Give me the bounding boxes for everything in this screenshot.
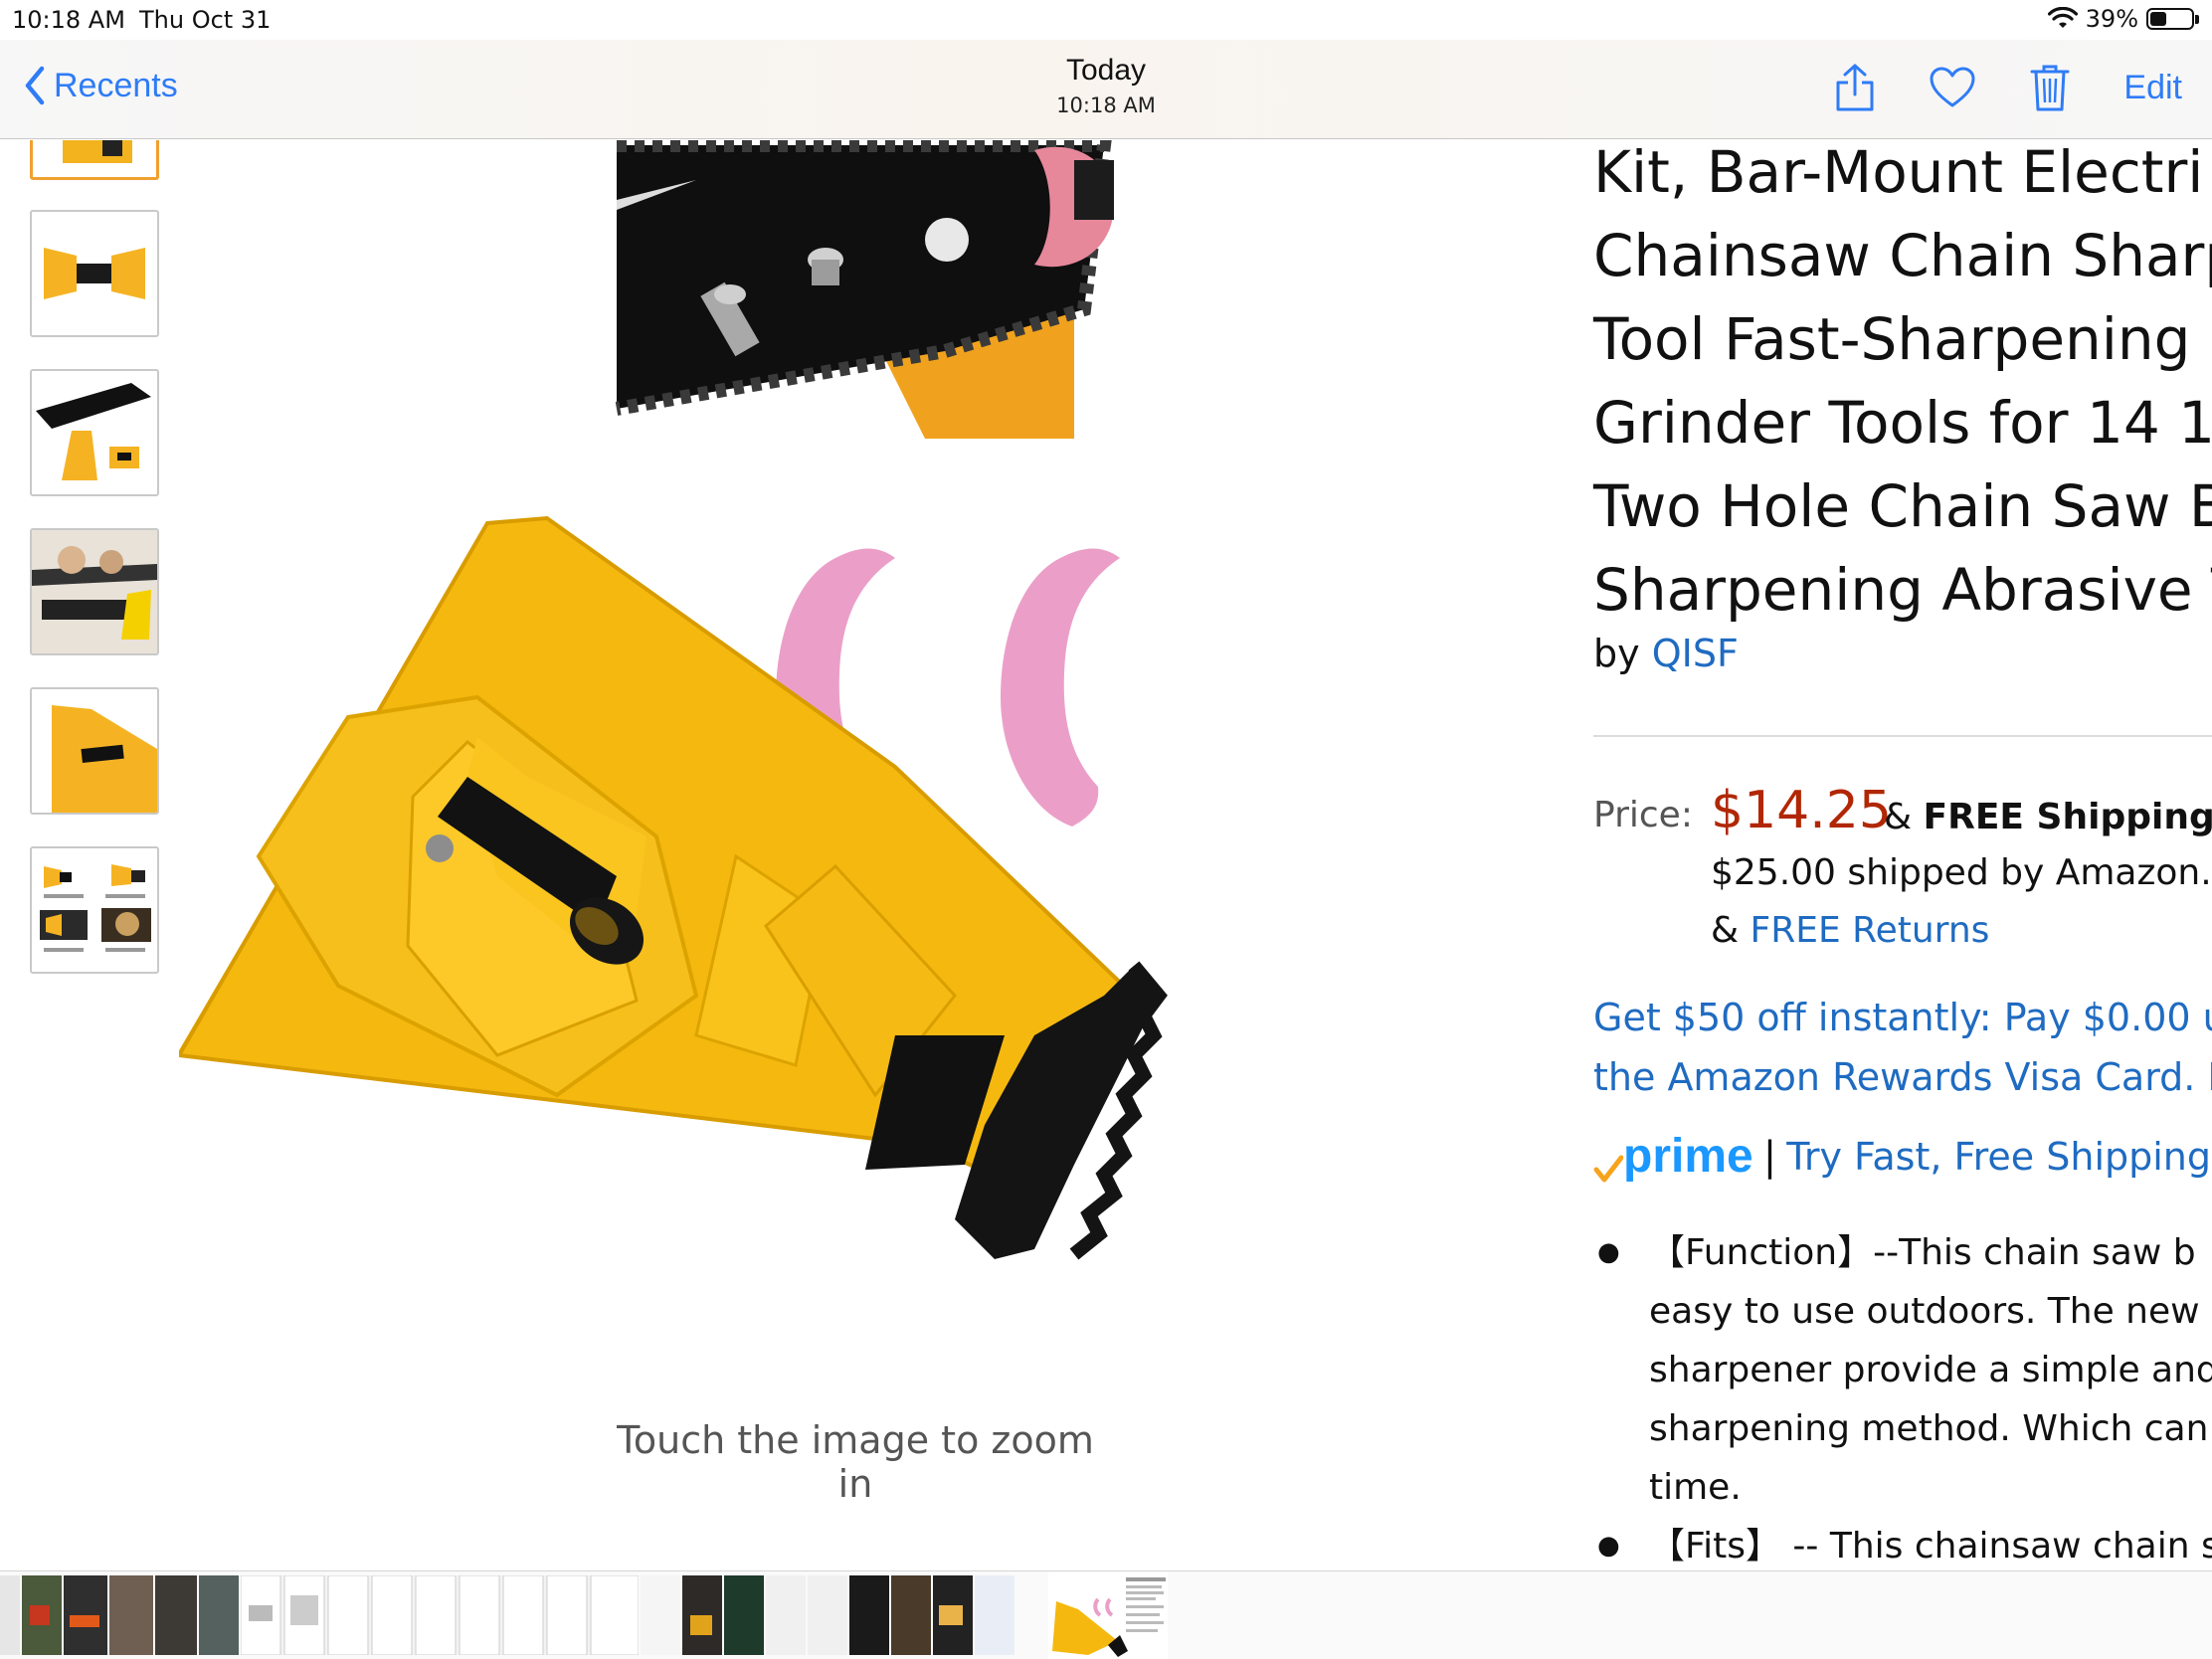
nav-actions: Edit bbox=[1831, 62, 2182, 113]
status-date: Thu Oct 31 bbox=[139, 6, 272, 34]
returns-line: & FREE Returns bbox=[1711, 910, 1989, 951]
free-returns-link[interactable]: FREE Returns bbox=[1751, 910, 1990, 951]
price-label: Price: bbox=[1593, 795, 1693, 835]
chainsaw-bar-image bbox=[615, 140, 1114, 439]
product-title-line: Chainsaw Chain Sharp bbox=[1593, 222, 2212, 289]
product-thumbnail[interactable] bbox=[30, 210, 159, 337]
battery-icon bbox=[2146, 8, 2199, 30]
delete-button[interactable] bbox=[2026, 62, 2074, 113]
free-shipping-label: FREE Shipping bbox=[1923, 797, 2212, 837]
photo-filmstrip[interactable] bbox=[0, 1570, 2212, 1659]
wifi-icon bbox=[2047, 7, 2078, 28]
product-title-line: Two Hole Chain Saw B bbox=[1593, 472, 2212, 540]
prime-row: prime | Try Fast, Free Shipping bbox=[1593, 1129, 2212, 1184]
feature-bullet-line: sharpening method. Which can bbox=[1649, 1408, 2209, 1449]
status-right: 39% bbox=[2047, 5, 2199, 33]
shipping-amp: & bbox=[1884, 797, 1913, 837]
product-title-line: Kit, Bar-Mount Electri bbox=[1593, 140, 2204, 206]
shipping-line: & FREE Shipping bbox=[1884, 797, 2212, 837]
zoom-hint: Touch the image to zoom in bbox=[617, 1418, 1094, 1506]
filmstrip-thumbnail[interactable] bbox=[241, 1575, 639, 1655]
prime-logo[interactable]: prime bbox=[1593, 1129, 1753, 1184]
brand-link[interactable]: QISF bbox=[1652, 632, 1739, 675]
price-block: Price: $14.25 & FREE Shipping $25.00 shi… bbox=[1593, 781, 2212, 968]
product-thumbnail[interactable] bbox=[30, 140, 159, 180]
product-thumbnail[interactable] bbox=[30, 846, 159, 974]
favorite-button[interactable] bbox=[1929, 62, 1976, 113]
divider bbox=[1593, 735, 2212, 737]
promo-line: Get $50 off instantly: Pay $0.00 up bbox=[1593, 996, 2212, 1039]
byline: by QISF bbox=[1593, 632, 2212, 675]
back-button[interactable]: Recents bbox=[24, 66, 178, 105]
try-prime-link[interactable]: Try Fast, Free Shipping bbox=[1786, 1135, 2211, 1179]
trash-icon bbox=[2030, 65, 2070, 111]
feature-bullet-line: easy to use outdoors. The new c bbox=[1649, 1291, 2212, 1332]
feature-bullet-line: 【Function】--This chain saw b bbox=[1649, 1232, 2196, 1273]
status-bar: 10:18 AM Thu Oct 31 39% bbox=[0, 0, 2212, 40]
promo-line: the Amazon Rewards Visa Card. No bbox=[1593, 1055, 2212, 1099]
price-amount: $14.25 bbox=[1711, 781, 1892, 840]
shipping-detail: $25.00 shipped by Amazon. bbox=[1711, 852, 2212, 893]
battery-percent: 39% bbox=[2085, 5, 2138, 33]
feature-bullets: 【Function】--This chain saw b easy to use… bbox=[1593, 1223, 2212, 1570]
filmstrip-thumbnail[interactable] bbox=[641, 1575, 1038, 1655]
back-button-label: Recents bbox=[54, 66, 178, 104]
status-time: 10:18 AM bbox=[12, 6, 125, 34]
product-thumbnail[interactable] bbox=[30, 369, 159, 496]
product-thumbnail[interactable] bbox=[30, 687, 159, 815]
chevron-left-icon bbox=[25, 66, 45, 105]
filmstrip-thumbnail-selected[interactable] bbox=[1048, 1571, 1168, 1659]
photos-nav-bar: Recents Today 10:18 AM Edit bbox=[0, 40, 2212, 139]
prime-check-icon bbox=[1593, 1155, 1623, 1183]
feature-bullet-line: 【Fits】 -- This chainsaw chain s bbox=[1649, 1526, 2212, 1567]
heart-icon bbox=[1930, 67, 1975, 107]
product-title-line: Grinder Tools for 14 1 bbox=[1593, 389, 2212, 457]
grinding-stone-right bbox=[1001, 548, 1120, 827]
photo-viewer[interactable]: Touch the image to zoom in Kit, Bar-Moun… bbox=[0, 140, 2212, 1570]
chain-sharpener-body bbox=[179, 515, 1137, 1188]
share-icon bbox=[1836, 64, 1874, 111]
share-button[interactable] bbox=[1831, 62, 1879, 113]
visa-promo-link[interactable]: Get $50 off instantly: Pay $0.00 up the … bbox=[1593, 988, 2212, 1107]
feature-bullet: 【Function】--This chain saw b easy to use… bbox=[1593, 1223, 2212, 1517]
edit-button[interactable]: Edit bbox=[2123, 69, 2182, 107]
product-title-line: Sharpening Abrasive T bbox=[1593, 556, 2212, 624]
returns-amp: & bbox=[1711, 910, 1751, 951]
feature-bullet-line: sharpener provide a simple and bbox=[1649, 1350, 2212, 1390]
product-detail: Kit, Bar-Mount Electri Chainsaw Chain Sh… bbox=[1593, 140, 2212, 1570]
prime-word: prime bbox=[1623, 1130, 1753, 1183]
feature-bullet: 【Fits】 -- This chainsaw chain s bbox=[1593, 1517, 2212, 1570]
by-label: by bbox=[1593, 632, 1640, 675]
product-photo[interactable] bbox=[179, 140, 1542, 1393]
prime-separator: | bbox=[1762, 1133, 1777, 1180]
product-thumbnail[interactable] bbox=[30, 528, 159, 655]
filmstrip-thumbnail[interactable] bbox=[0, 1575, 239, 1655]
product-title-line: Tool Fast-Sharpening bbox=[1593, 305, 2191, 373]
feature-bullet-line: time. bbox=[1649, 1467, 1742, 1508]
